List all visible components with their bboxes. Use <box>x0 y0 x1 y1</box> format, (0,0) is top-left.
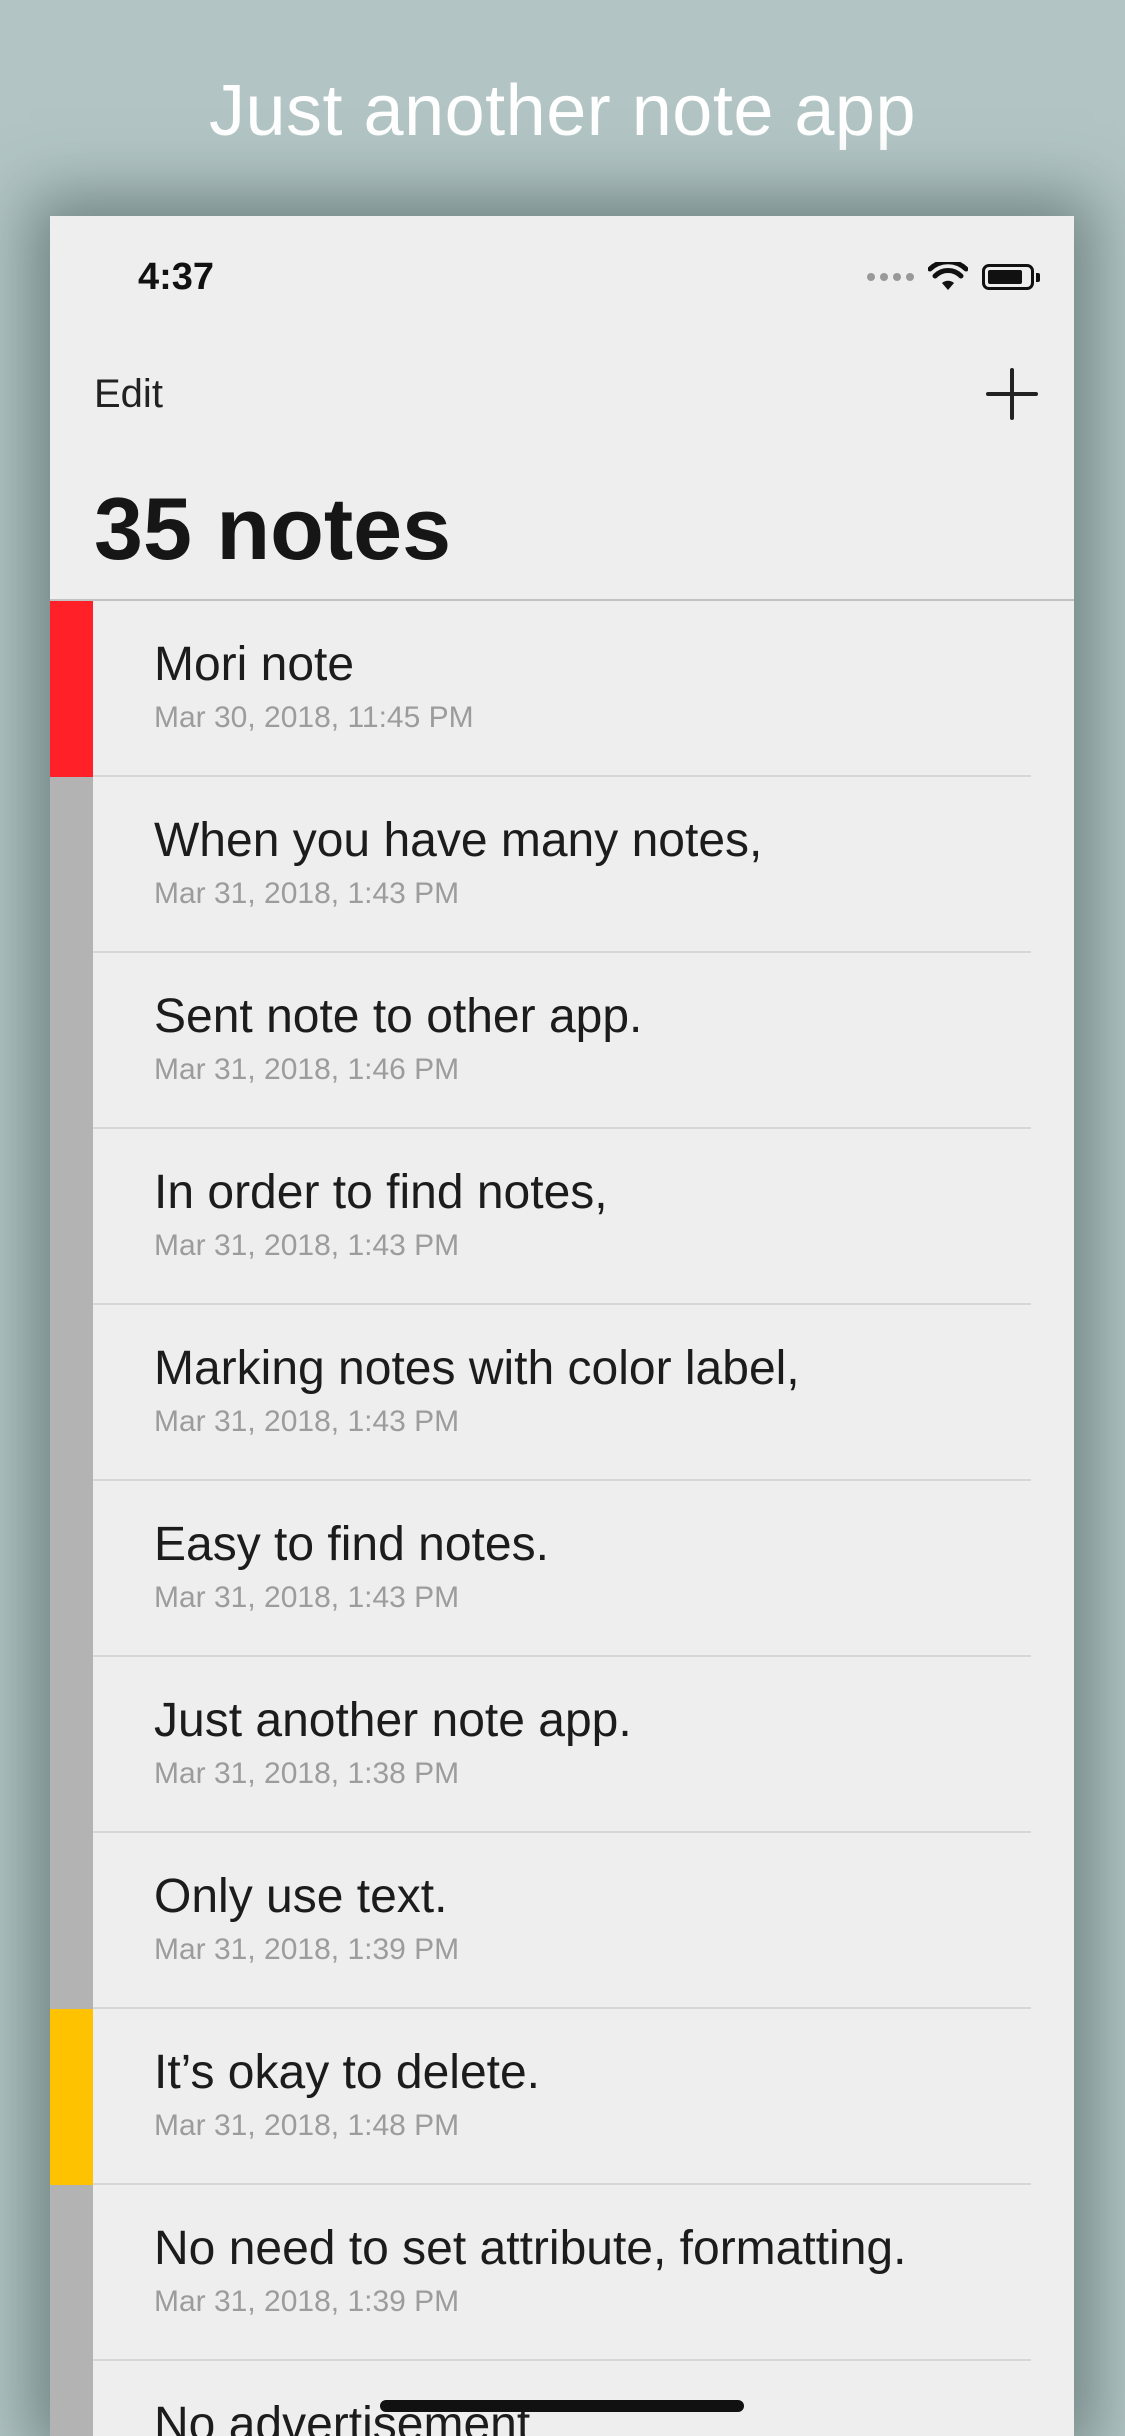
note-row[interactable]: Mori note Mar 30, 2018, 11:45 PM <box>50 601 1074 777</box>
color-label <box>50 1833 93 2009</box>
page-title: 35 notes <box>94 479 452 578</box>
note-row[interactable]: No need to set attribute, formatting. Mar… <box>50 2185 1074 2361</box>
note-row[interactable]: Just another note app. Mar 31, 2018, 1:38… <box>50 1657 1074 1833</box>
note-date: Mar 31, 2018, 1:43 PM <box>154 1405 460 1438</box>
note-date: Mar 31, 2018, 1:48 PM <box>154 2109 460 2142</box>
note-title: When you have many notes, <box>154 814 763 867</box>
status-icons <box>867 262 1040 292</box>
color-label <box>50 2009 93 2185</box>
phone-screen: 4:37 Edit 35 notes Mori note Mar 30, 2018… <box>50 216 1074 2436</box>
color-label <box>50 1481 93 1657</box>
note-date: Mar 30, 2018, 11:45 PM <box>154 701 474 734</box>
note-row[interactable]: It’s okay to delete. Mar 31, 2018, 1:48 P… <box>50 2009 1074 2185</box>
note-date: Mar 31, 2018, 1:46 PM <box>154 1053 460 1086</box>
note-title: It’s okay to delete. <box>154 2046 541 2099</box>
color-label <box>50 2185 93 2361</box>
note-date: Mar 31, 2018, 1:43 PM <box>154 1229 460 1262</box>
home-indicator[interactable] <box>380 2400 744 2412</box>
color-label <box>50 601 93 777</box>
note-title: Mori note <box>154 638 355 691</box>
note-title: Just another note app. <box>154 1694 632 1747</box>
note-title: Easy to find notes. <box>154 1518 549 1571</box>
note-row[interactable]: In order to find notes, Mar 31, 2018, 1:4… <box>50 1129 1074 1305</box>
promo-title: Just another note app <box>208 71 916 151</box>
color-label <box>50 2361 93 2436</box>
status-bar: 4:37 <box>50 216 1074 336</box>
note-row[interactable]: Easy to find notes. Mar 31, 2018, 1:43 PM <box>50 1481 1074 1657</box>
status-time: 4:37 <box>138 256 215 298</box>
notes-list[interactable]: Mori note Mar 30, 2018, 11:45 PM When you … <box>50 599 1074 2436</box>
note-row[interactable]: No advertisement <box>50 2361 1074 2436</box>
color-label <box>50 953 93 1129</box>
color-label <box>50 1657 93 1833</box>
edit-button[interactable]: Edit <box>94 372 163 417</box>
note-title: Marking notes with color label, <box>154 1342 800 1395</box>
plus-icon[interactable] <box>980 362 1044 426</box>
note-row[interactable]: When you have many notes, Mar 31, 2018, 1… <box>50 777 1074 953</box>
note-row[interactable]: Only use text. Mar 31, 2018, 1:39 PM <box>50 1833 1074 2009</box>
note-title: In order to find notes, <box>154 1166 608 1219</box>
wifi-icon <box>928 262 968 290</box>
note-date: Mar 31, 2018, 1:38 PM <box>154 1757 460 1790</box>
note-row[interactable]: Marking notes with color label, Mar 31, 2… <box>50 1305 1074 1481</box>
color-label <box>50 1305 93 1481</box>
color-label <box>50 777 93 953</box>
note-date: Mar 31, 2018, 1:39 PM <box>154 1933 460 1966</box>
note-title: Sent note to other app. <box>154 990 643 1043</box>
battery-icon <box>982 264 1040 290</box>
note-date: Mar 31, 2018, 1:39 PM <box>154 2285 460 2318</box>
note-title: No need to set attribute, formatting. <box>154 2222 907 2275</box>
color-label <box>50 1129 93 1305</box>
note-date: Mar 31, 2018, 1:43 PM <box>154 877 460 910</box>
note-date: Mar 31, 2018, 1:43 PM <box>154 1581 460 1614</box>
cellular-signal-icon <box>867 273 914 281</box>
note-title: Only use text. <box>154 1870 448 1923</box>
note-row[interactable]: Sent note to other app. Mar 31, 2018, 1:4… <box>50 953 1074 1129</box>
